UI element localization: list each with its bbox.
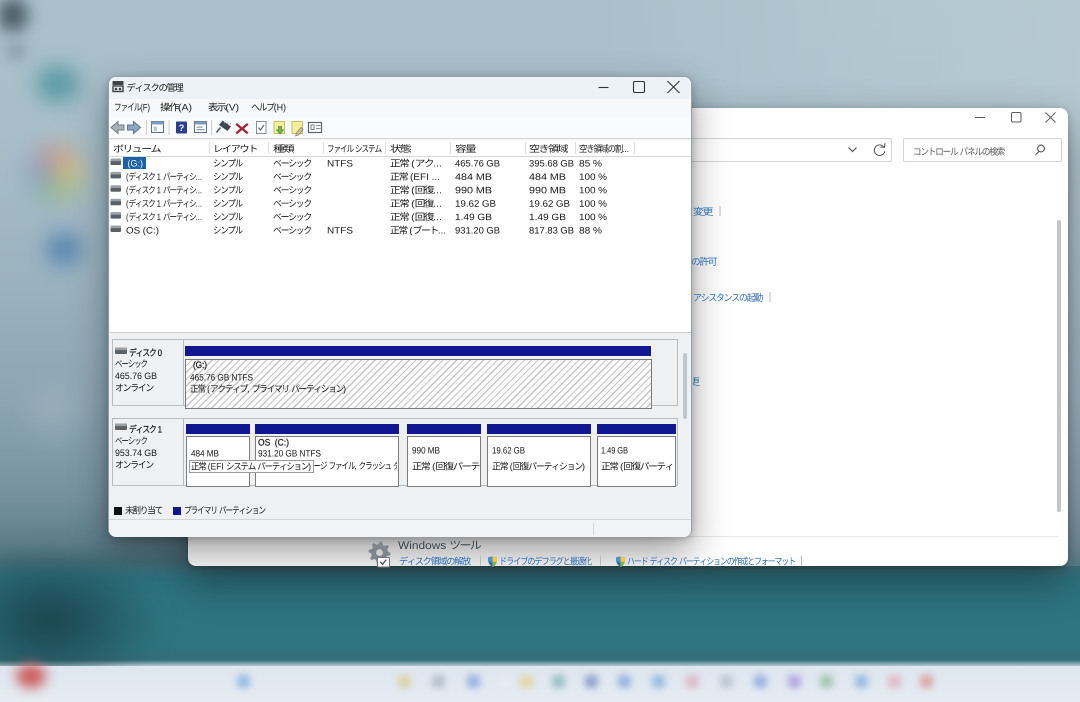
svg-text:?: ? (179, 123, 185, 133)
